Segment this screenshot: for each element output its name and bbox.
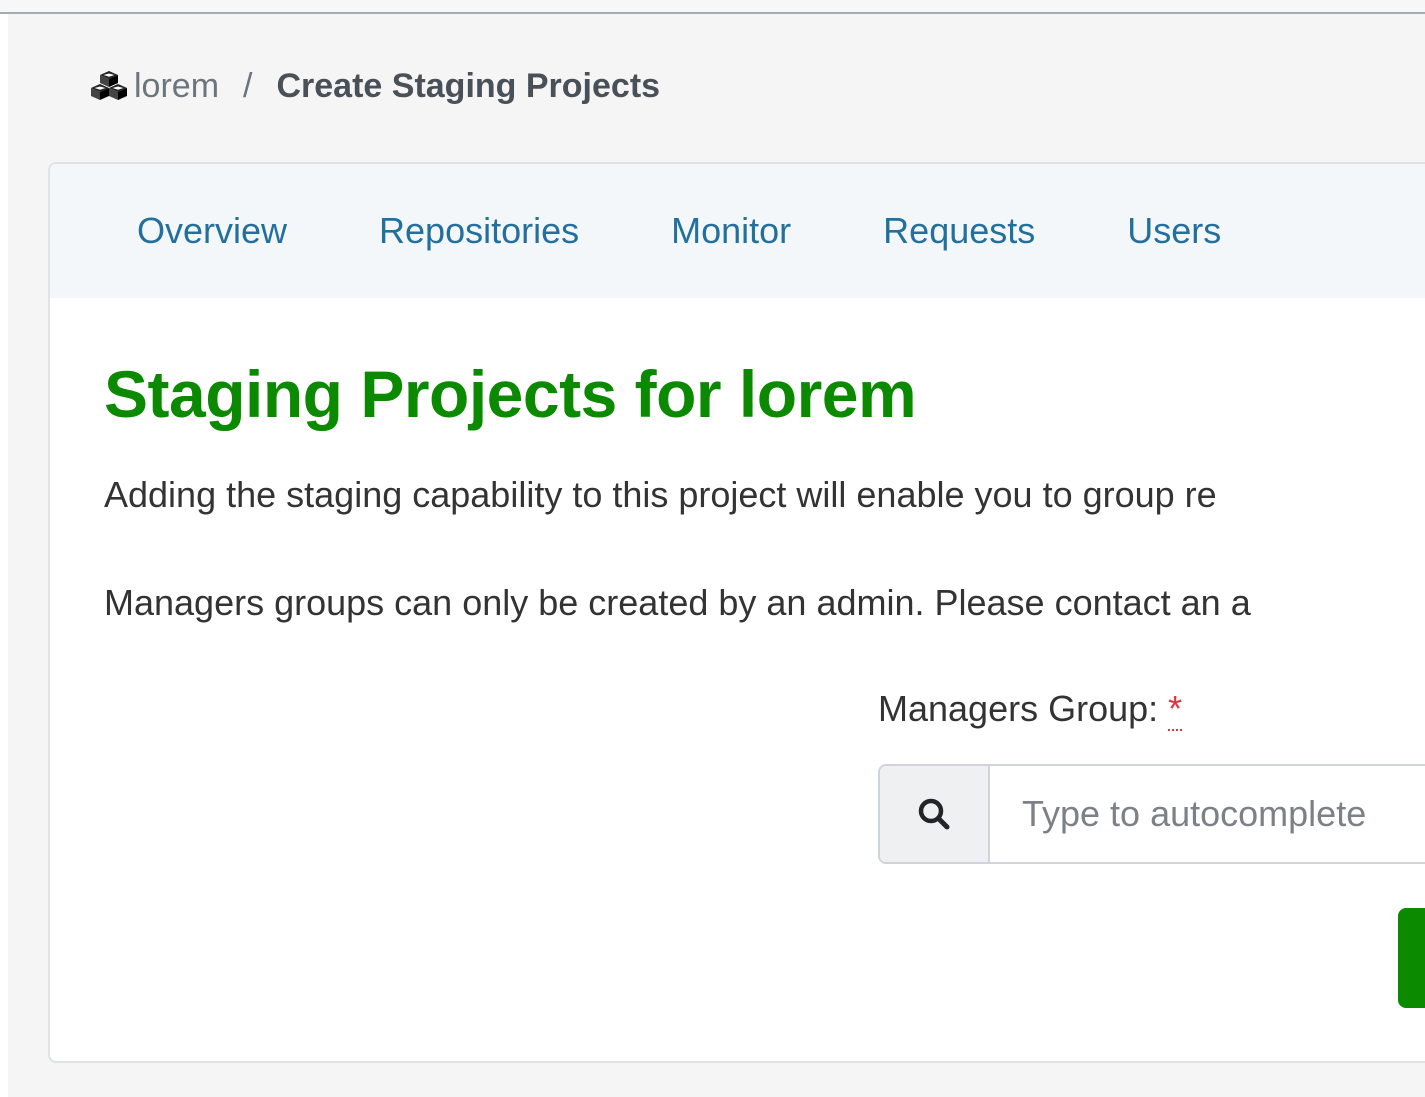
main-card: Overview Repositories Monitor Requests U…	[48, 162, 1425, 1063]
tab-overview[interactable]: Overview	[92, 210, 333, 252]
submit-button[interactable]	[1398, 908, 1425, 1008]
left-edge	[0, 14, 8, 1097]
breadcrumb-project-link[interactable]: lorem	[134, 67, 219, 106]
search-icon	[880, 766, 990, 862]
breadcrumb-separator: /	[243, 66, 253, 105]
required-asterisk: *	[1168, 688, 1183, 731]
managers-group-label-text: Managers Group:	[878, 688, 1159, 729]
managers-group-label: Managers Group: *	[878, 688, 1183, 731]
tab-monitor[interactable]: Monitor	[625, 210, 837, 252]
top-divider	[0, 0, 1425, 14]
managers-group-input[interactable]	[990, 766, 1425, 862]
tab-users[interactable]: Users	[1081, 210, 1267, 252]
tab-repositories[interactable]: Repositories	[333, 210, 625, 252]
project-tabs: Overview Repositories Monitor Requests U…	[50, 164, 1425, 298]
breadcrumb: lorem / Create Staging Projects	[90, 64, 660, 108]
managers-group-input-group	[878, 764, 1425, 864]
cubes-icon	[90, 67, 128, 105]
admin-note-paragraph: Managers groups can only be created by a…	[104, 582, 1251, 623]
tab-requests[interactable]: Requests	[837, 210, 1081, 252]
description-paragraph: Adding the staging capability to this pr…	[104, 474, 1217, 515]
page-title: Staging Projects for lorem	[104, 357, 917, 431]
breadcrumb-current: Create Staging Projects	[276, 66, 661, 105]
page: lorem / Create Staging Projects Overview…	[0, 0, 1425, 1097]
